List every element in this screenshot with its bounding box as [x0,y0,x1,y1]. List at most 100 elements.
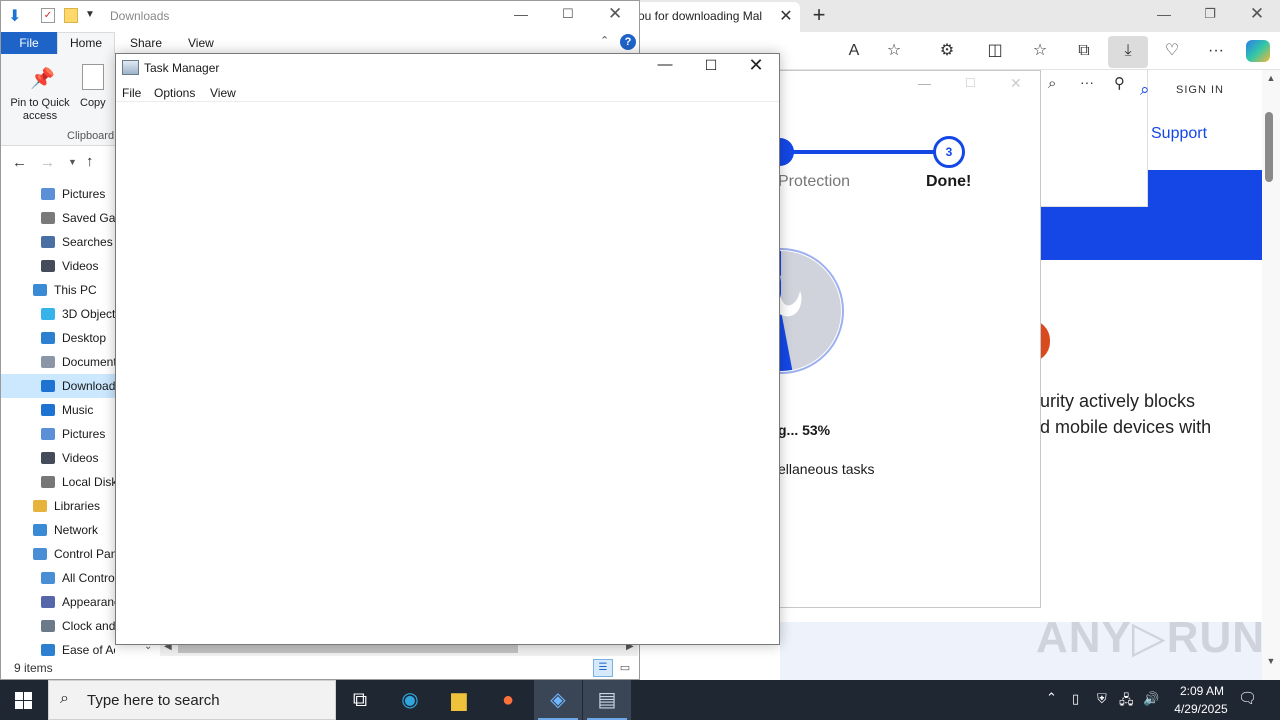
large-icons-view-icon[interactable]: ▭ [617,659,633,677]
network-icon[interactable]: 🖧 [1119,691,1134,713]
clock-time[interactable]: 2:09 AM [1172,684,1232,698]
explorer-titlebar[interactable] [1,1,639,31]
new-tab-icon[interactable]: + [808,3,830,27]
tree-item[interactable]: Desktop [1,326,115,350]
installer-minimize-icon[interactable]: — [918,76,931,91]
close-icon[interactable]: ✕ [1245,4,1269,24]
clock-date[interactable]: 4/29/2025 [1166,702,1236,716]
taskbar-search-placeholder[interactable]: Type here to search [87,692,220,709]
navigation-tree[interactable]: Pictures Saved Games Searches Videos This PC… [1,182,115,662]
performance-icon[interactable]: ♡ [1160,40,1184,62]
details-view-icon[interactable]: ☰ [593,659,613,677]
copy-icon[interactable] [82,64,104,90]
favorites-icon[interactable]: ☆ [1028,40,1052,62]
notifications-icon[interactable]: 🗨 [1238,689,1257,707]
tree-item[interactable]: Saved Games [1,206,115,230]
favorite-star-icon[interactable]: ☆ [882,40,906,62]
tree-item[interactable]: Downloads [1,374,115,398]
pin-icon[interactable]: 📌 [30,66,55,91]
restore-icon[interactable]: ❐ [1198,6,1222,22]
scroll-up-arrow-icon[interactable]: ▲ [1262,73,1280,83]
minimize-icon[interactable]: — [1152,6,1176,22]
tree-item[interactable]: Music [1,398,115,422]
taskbar-app-file-explorer[interactable]: ▆ [435,680,483,720]
read-aloud-icon[interactable]: A [842,40,866,62]
tree-item[interactable]: Network [1,518,115,542]
pin-to-quick-access-button[interactable]: Pin to Quick access [4,97,76,123]
tray-security-icon[interactable]: ⛨ [1097,691,1107,707]
quick-access-download-icon[interactable]: ⬇ [8,6,24,26]
more-options-icon[interactable]: ··· [1204,40,1228,62]
properties-icon[interactable]: ✓ [41,8,55,23]
volume-icon[interactable]: 🔊 [1143,691,1159,707]
support-link[interactable]: Support [1151,125,1207,143]
ribbon-collapse-icon[interactable]: ⌃ [600,34,609,47]
copilot-icon[interactable] [1246,40,1270,62]
appearance-icon [41,596,55,608]
tree-item[interactable]: Documents [1,350,115,374]
explorer-close-icon[interactable]: ✕ [608,4,622,24]
menu-file[interactable]: File [122,86,141,100]
page-scrollbar-thumb[interactable] [1265,112,1273,182]
tree-item[interactable]: All Control Panel Items [1,566,115,590]
forward-arrow-icon[interactable]: → [40,154,55,171]
recent-locations-icon[interactable]: ▼ [68,157,77,167]
tree-item[interactable]: Pictures [1,422,115,446]
extensions-icon[interactable]: ⚙ [935,40,959,62]
horizontal-scrollbar-thumb[interactable] [178,644,518,653]
tree-item[interactable]: This PC [1,278,115,302]
collections-icon[interactable]: ⧉ [1072,40,1096,62]
tab-file[interactable]: File [1,32,57,54]
tree-item[interactable]: Pictures [1,182,115,206]
installer-close-icon[interactable]: ✕ [1010,75,1022,92]
tree-item[interactable]: Control Panel [1,542,115,566]
more-icon[interactable]: ··· [1080,74,1094,90]
tab-home[interactable]: Home [57,32,115,55]
step-3-marker: 3 [933,136,965,168]
tree-item[interactable]: Clock and Region [1,614,115,638]
menu-view[interactable]: View [210,86,236,100]
tab-close-icon[interactable]: ✕ [778,6,794,26]
new-folder-icon[interactable] [64,8,78,23]
edge-tab-title[interactable]: ou for downloading Mal [638,9,774,23]
tab-view[interactable]: View [188,36,214,50]
taskbar-app-edge[interactable]: ◉ [386,680,434,720]
tray-device-icon[interactable]: ▯ [1072,691,1079,707]
tree-item-label: Pictures [62,427,106,441]
taskbar-app-task-manager[interactable]: ▤ [583,680,631,720]
tree-item[interactable]: Appearance and Personalization [1,590,115,614]
tree-item[interactable]: 3D Objects [1,302,115,326]
tree-item[interactable]: Searches [1,230,115,254]
site-search-icon[interactable]: ⌕ [1140,80,1160,100]
taskbar-app-task-view[interactable]: ⧉ [336,680,384,720]
pin-icon[interactable]: ⚲ [1114,74,1125,92]
tab-share[interactable]: Share [130,36,162,50]
menu-options[interactable]: Options [154,86,195,100]
tree-item[interactable]: Videos [1,254,115,278]
customize-qat-icon[interactable]: ▼ [85,9,95,20]
task-manager-maximize-icon[interactable]: ☐ [700,57,722,74]
windows-logo-icon[interactable] [15,692,32,709]
show-hidden-icons-icon[interactable]: ⌃ [1046,690,1057,706]
installer-maximize-icon[interactable]: ☐ [965,76,976,90]
explorer-maximize-icon[interactable]: ☐ [562,6,574,22]
search-icon[interactable]: ⌕ [1048,75,1056,92]
tree-item-label: Videos [62,451,99,465]
tree-item[interactable]: Videos [1,446,115,470]
tree-item[interactable]: Libraries [1,494,115,518]
copy-button[interactable]: Copy [80,97,106,109]
install-progress-text: g... 53% [778,422,831,438]
task-manager-minimize-icon[interactable]: — [654,56,676,73]
back-arrow-icon[interactable]: ← [12,154,27,171]
task-manager-close-icon[interactable]: ✕ [745,55,767,76]
explorer-minimize-icon[interactable]: — [514,6,528,22]
split-screen-icon[interactable]: ◫ [983,40,1007,62]
up-arrow-icon[interactable]: ↑ [86,153,94,170]
videos-icon [41,260,55,272]
tree-item[interactable]: Local Disk (C:) [1,470,115,494]
help-icon[interactable]: ? [620,34,636,50]
taskbar-app-malwarebytes[interactable]: ◈ [534,680,582,720]
downloads-icon[interactable]: ⤓ [1116,40,1140,62]
taskbar-app-firefox[interactable]: ● [484,680,532,720]
sign-in-link[interactable]: SIGN IN [1176,84,1224,96]
